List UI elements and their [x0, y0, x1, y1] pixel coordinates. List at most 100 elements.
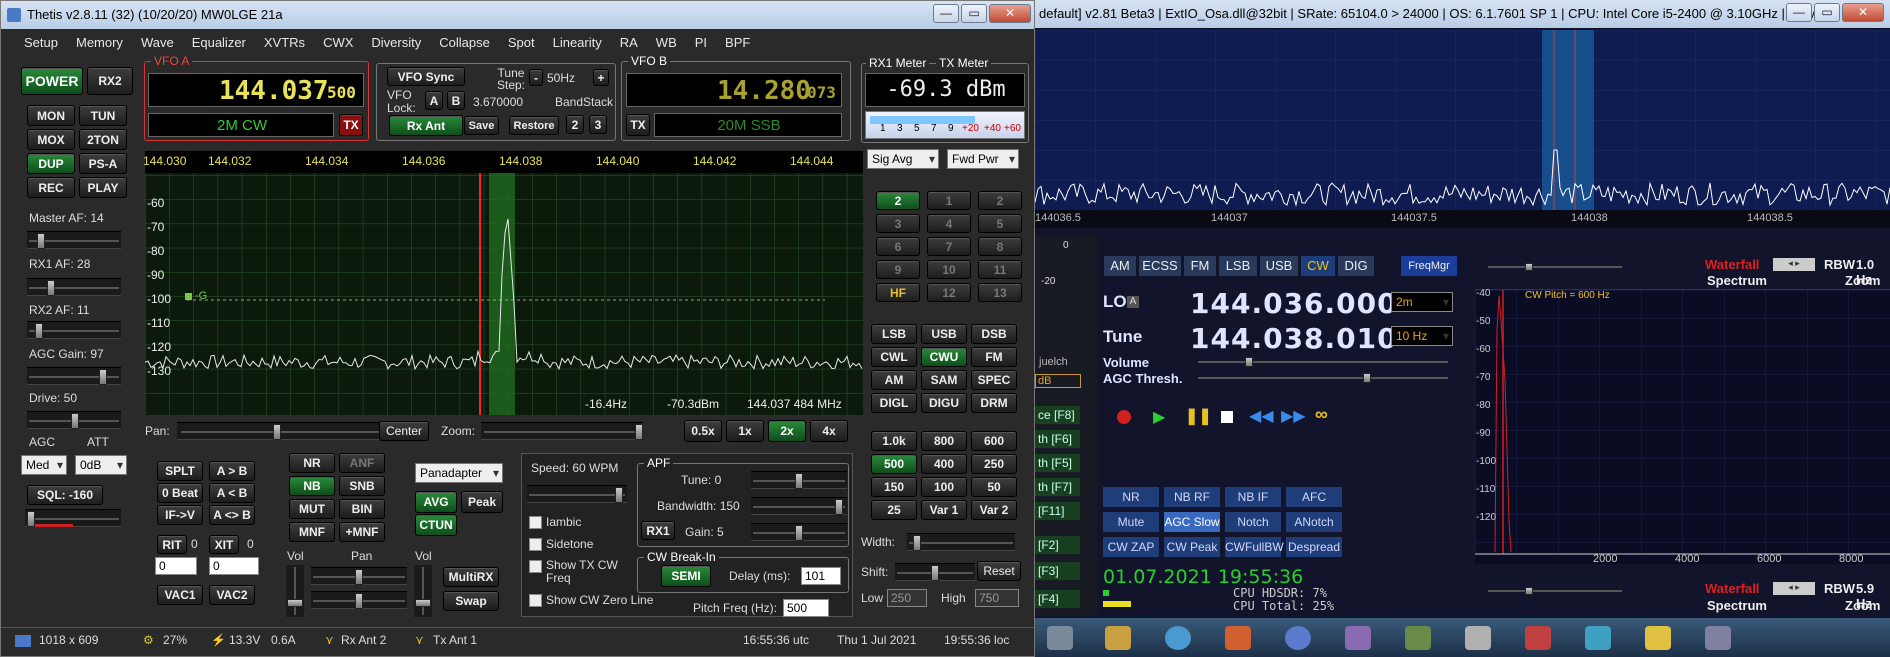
- console-mode-cw[interactable]: CW: [1301, 256, 1335, 276]
- console-notch-button[interactable]: Notch: [1225, 512, 1281, 532]
- lo-band-select[interactable]: 2m: [1391, 292, 1453, 312]
- console-mode-fm[interactable]: FM: [1184, 256, 1216, 276]
- band-button[interactable]: 1: [927, 191, 971, 210]
- plus-mnf-button[interactable]: +MNF: [339, 522, 385, 542]
- mnf-button[interactable]: MNF: [289, 522, 335, 542]
- menu-collapse[interactable]: Collapse: [430, 33, 499, 53]
- console-mode-am[interactable]: AM: [1104, 256, 1136, 276]
- waterfall-nav[interactable]: ◂ ▸: [1773, 258, 1815, 271]
- multirx-button[interactable]: MultiRX: [443, 567, 499, 587]
- agc-thresh-slider[interactable]: [1193, 369, 1453, 387]
- restore-button[interactable]: Restore: [509, 116, 559, 135]
- menu-setup[interactable]: Setup: [15, 33, 67, 53]
- vfo-a-tx-button[interactable]: TX: [339, 114, 363, 136]
- side-item[interactable]: th [F6]: [1035, 430, 1080, 448]
- taskbar-app-icon[interactable]: [1345, 626, 1371, 650]
- console-nr-button[interactable]: NR: [1103, 487, 1159, 507]
- mode-fm[interactable]: FM: [971, 347, 1017, 367]
- apf-bandwidth-slider[interactable]: [751, 497, 847, 515]
- console-maximize-button[interactable]: ▭: [1814, 3, 1840, 22]
- vfo-a-display[interactable]: 144.037 500: [148, 73, 364, 107]
- menu-memory[interactable]: Memory: [67, 33, 132, 53]
- width-slider[interactable]: [907, 533, 1015, 551]
- delay-spinner[interactable]: 101: [801, 567, 841, 585]
- menu-wb[interactable]: WB: [647, 33, 686, 53]
- taskbar-app-icon[interactable]: [1585, 626, 1611, 650]
- tune-step-up[interactable]: +: [593, 69, 609, 86]
- menu-linearity[interactable]: Linearity: [544, 33, 611, 53]
- bandstack-2[interactable]: 2: [566, 115, 584, 134]
- mode-dsb[interactable]: DSB: [971, 324, 1017, 344]
- sql-button[interactable]: SQL: -160: [27, 485, 103, 505]
- console-anotch-button[interactable]: ANotch: [1286, 512, 1342, 532]
- rx1-pan-slider[interactable]: [311, 567, 407, 585]
- rewind-icon[interactable]: ◀◀: [1249, 406, 1274, 426]
- menu-diversity[interactable]: Diversity: [362, 33, 430, 53]
- menu-xvtrs[interactable]: XVTRs: [255, 33, 314, 53]
- rx1-vol-slider[interactable]: [286, 565, 304, 617]
- side-item[interactable]: [F11]: [1035, 502, 1080, 520]
- console-agc-slow-button[interactable]: AGC Slow: [1164, 512, 1220, 532]
- high-spinner[interactable]: 750: [975, 589, 1019, 607]
- filter-button[interactable]: 150: [871, 477, 917, 497]
- vfo-sync-button[interactable]: VFO Sync: [387, 67, 465, 86]
- zero-beat-button[interactable]: 0 Beat: [157, 483, 203, 503]
- panadapter[interactable]: -60 -70 -80 -90 -100 -110 -120 -130 -G -…: [145, 151, 863, 415]
- band-button[interactable]: 5: [978, 214, 1022, 233]
- mode-sam[interactable]: SAM: [921, 370, 967, 390]
- if-to-v-button[interactable]: IF->V: [157, 505, 203, 525]
- taskbar-app-icon[interactable]: [1285, 626, 1311, 650]
- band-button[interactable]: 4: [927, 214, 971, 233]
- mode-digu[interactable]: DIGU: [921, 393, 967, 413]
- play-icon[interactable]: ▶: [1153, 407, 1165, 427]
- filter-button[interactable]: Var 1: [921, 500, 967, 520]
- vac2-button[interactable]: VAC2: [209, 585, 255, 605]
- apf-rx1-button[interactable]: RX1: [641, 521, 675, 540]
- taskbar-app-icon[interactable]: [1525, 626, 1551, 650]
- taskbar-app-icon[interactable]: [1705, 626, 1731, 650]
- pitch-spinner[interactable]: 500: [783, 599, 829, 617]
- rx2-pan-slider[interactable]: [311, 591, 407, 609]
- ctun-button[interactable]: CTUN: [415, 514, 457, 536]
- taskbar-app-icon[interactable]: [1465, 626, 1491, 650]
- anf-button[interactable]: ANF: [339, 453, 385, 473]
- freqmgr-button[interactable]: FreqMgr: [1401, 256, 1457, 276]
- semi-button[interactable]: SEMI: [661, 565, 711, 587]
- console-despread-button[interactable]: Despread: [1286, 537, 1342, 557]
- rx2-vol-slider[interactable]: [414, 565, 432, 617]
- xit-button[interactable]: XIT: [209, 535, 239, 554]
- console-cwpeak-button[interactable]: CW Peak: [1164, 537, 1220, 557]
- psa-button[interactable]: PS-A: [79, 153, 127, 174]
- menu-bpf[interactable]: BPF: [716, 33, 759, 53]
- mode-cwu[interactable]: CWU: [921, 347, 967, 367]
- display-mode-select[interactable]: Panadapter: [415, 463, 503, 483]
- a-to-b-button[interactable]: A > B: [209, 461, 255, 481]
- band-button[interactable]: 6: [876, 237, 920, 256]
- filter-button[interactable]: 800: [921, 431, 967, 451]
- power-button[interactable]: POWER: [21, 67, 83, 95]
- nb-button[interactable]: NB: [289, 476, 335, 496]
- taskbar-app-icon[interactable]: [1405, 626, 1431, 650]
- sig-avg-select[interactable]: Sig Avg: [867, 149, 939, 169]
- mode-usb[interactable]: USB: [921, 324, 967, 344]
- cw-speed-slider[interactable]: [527, 485, 627, 503]
- att-select[interactable]: 0dB: [75, 455, 127, 475]
- tune-step-select[interactable]: 10 Hz: [1391, 326, 1453, 346]
- console-afc-button[interactable]: AFC: [1286, 487, 1342, 507]
- bandstack-3[interactable]: 3: [589, 115, 607, 134]
- zoom-4x[interactable]: 4x: [810, 420, 848, 442]
- filter-button[interactable]: 500: [871, 454, 917, 474]
- console-mode-dig[interactable]: DIG: [1338, 256, 1374, 276]
- filter-button[interactable]: 250: [971, 454, 1017, 474]
- master-af-slider[interactable]: [27, 231, 121, 249]
- center-button[interactable]: Center: [379, 421, 429, 441]
- vac1-button[interactable]: VAC1: [157, 585, 203, 605]
- rx2-af-slider[interactable]: [27, 321, 121, 339]
- console-mode-lsb[interactable]: LSB: [1219, 256, 1257, 276]
- console-cwzap-button[interactable]: CW ZAP: [1103, 537, 1159, 557]
- taskbar-app-icon[interactable]: [1047, 626, 1073, 650]
- side-item[interactable]: [F4]: [1035, 590, 1080, 608]
- band-button[interactable]: 2: [978, 191, 1022, 210]
- zoom-slider[interactable]: [481, 422, 643, 440]
- agc-select[interactable]: Med: [21, 455, 67, 475]
